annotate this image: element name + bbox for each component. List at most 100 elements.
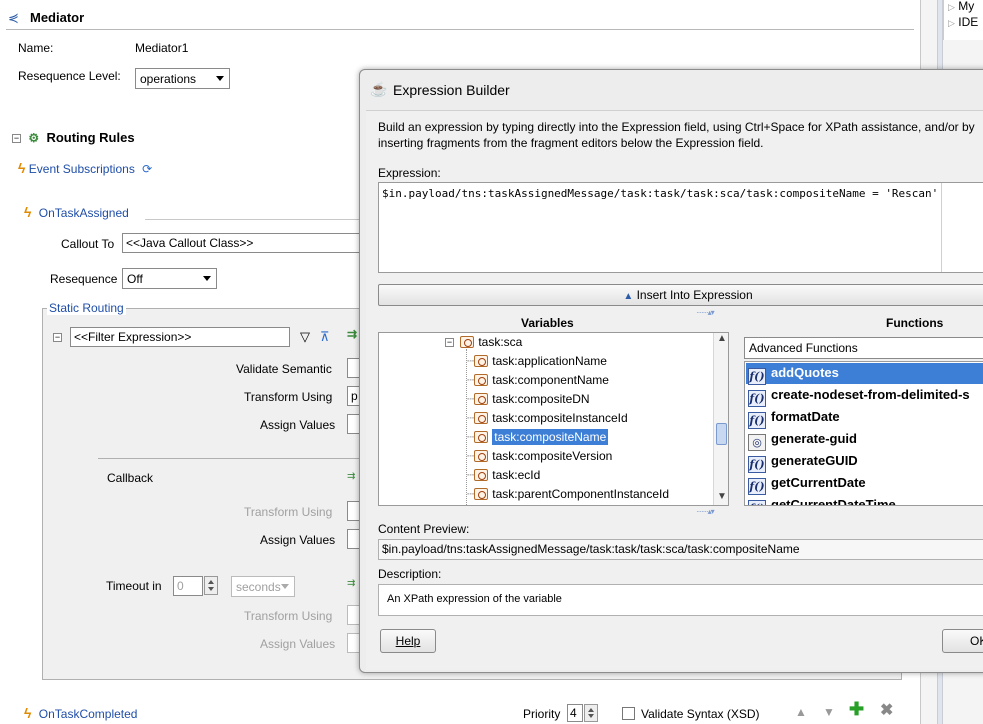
- expression-textarea[interactable]: $in.payload/tns:taskAssignedMessage/task…: [378, 182, 983, 273]
- resequence-level-select[interactable]: operations: [135, 68, 230, 89]
- on-task-assigned-link[interactable]: ϟ OnTaskAssigned: [24, 204, 129, 220]
- clear-filter-icon[interactable]: ⊼: [320, 329, 330, 345]
- help-button-label: Help: [395, 634, 421, 648]
- routing-rules-icon: ⚙: [28, 131, 40, 145]
- variable-icon: [474, 355, 489, 367]
- timeout-transform-label: Transform Using: [244, 609, 333, 623]
- timeout-value: 0: [177, 579, 184, 593]
- function-label: getCurrentDate: [771, 475, 866, 490]
- timeout-unit-value: seconds: [236, 580, 281, 594]
- function-item[interactable]: f() create-nodeset-from-delimited-s: [746, 385, 983, 407]
- tree-node-label: task:compositeInstanceId: [492, 411, 628, 425]
- insert-into-expression-button[interactable]: ▲ Insert Into Expression: [378, 284, 983, 306]
- validate-syntax-checkbox[interactable]: [622, 707, 635, 721]
- functions-category-select[interactable]: Advanced Functions: [744, 337, 983, 359]
- splitter-handle[interactable]: ·······▴▾: [696, 308, 715, 317]
- collapse-icon[interactable]: −: [53, 333, 62, 342]
- ok-button[interactable]: OK: [942, 629, 983, 653]
- tree-node-selected[interactable]: ┄ task:compositeName: [467, 429, 609, 449]
- move-up-icon[interactable]: ▲: [795, 705, 807, 719]
- timeout-unit-select[interactable]: seconds: [231, 576, 295, 597]
- fx-icon: f(): [748, 390, 766, 407]
- scroll-up-icon[interactable]: ▲: [717, 333, 727, 344]
- resequence-level-value: operations: [140, 72, 197, 86]
- delete-icon[interactable]: ✖: [880, 700, 893, 720]
- content-preview-field: $in.payload/tns:taskAssignedMessage/task…: [378, 539, 983, 560]
- resequence-select[interactable]: Off: [122, 268, 217, 289]
- collapse-icon[interactable]: −: [445, 338, 454, 347]
- assign-values-label: Assign Values: [260, 418, 336, 432]
- scroll-thumb[interactable]: [716, 423, 727, 445]
- timeout-icon[interactable]: ⇉: [347, 578, 355, 589]
- description-box: An XPath expression of the variable: [378, 584, 983, 616]
- function-label: getCurrentDateTime: [771, 497, 896, 506]
- tree-node[interactable]: ┄ task:compositeDN: [467, 392, 590, 411]
- callback-icon[interactable]: ⇉: [347, 471, 355, 482]
- function-label: generate-guid: [771, 431, 857, 446]
- variable-icon: [474, 412, 489, 424]
- event-bolt-icon: ϟ: [24, 705, 32, 721]
- dialog-instructions: Build an expression by typing directly i…: [378, 120, 975, 150]
- priority-spinner[interactable]: [584, 704, 598, 722]
- priority-field[interactable]: 4: [567, 704, 583, 722]
- expression-label: Expression:: [378, 166, 441, 180]
- function-item[interactable]: f() getCurrentDateTime: [746, 495, 983, 506]
- tree-node[interactable]: ┄ task:compositeInstanceId: [467, 411, 628, 430]
- expression-scrollbar[interactable]: [941, 183, 942, 272]
- right-panel-item[interactable]: ▷ IDE: [948, 15, 978, 29]
- variables-scrollbar[interactable]: ▲ ▼: [713, 333, 728, 505]
- functions-list[interactable]: f() addQuotes f() create-nodeset-from-deli…: [744, 361, 983, 506]
- function-item[interactable]: f() generateGUID: [746, 451, 983, 473]
- fx-icon: f(): [748, 412, 766, 429]
- tree-node-label: task:compositeDN: [492, 392, 590, 406]
- function-item[interactable]: ◎ generate-guid: [746, 429, 983, 451]
- function-label: formatDate: [771, 409, 840, 424]
- help-button[interactable]: Help: [380, 629, 436, 653]
- dialog-title-bar[interactable]: ☕ Expression Builder: [360, 70, 983, 110]
- tree-node[interactable]: ┄ task:applicationName: [467, 354, 607, 373]
- content-preview-value: $in.payload/tns:taskAssignedMessage/task…: [382, 542, 800, 556]
- tree-node[interactable]: ┄ task:compositeVersion: [467, 449, 612, 468]
- description-label: Description:: [378, 567, 442, 581]
- resequence-label: Resequence: [50, 272, 118, 286]
- mediator-title: Mediator: [30, 10, 85, 25]
- filter-icon[interactable]: ▽: [300, 329, 310, 345]
- on-task-completed-link[interactable]: ϟ OnTaskCompleted: [24, 705, 137, 721]
- tree-node[interactable]: ┄ task:parentComponentInstanceId: [467, 487, 669, 505]
- move-down-icon[interactable]: ▼: [823, 705, 835, 719]
- tree-node-task-sca[interactable]: − task:sca: [445, 335, 522, 354]
- filter-expression-field[interactable]: <<Filter Expression>>: [70, 327, 290, 347]
- variable-icon: [474, 393, 489, 405]
- variable-icon: [474, 374, 489, 386]
- tree-node[interactable]: ┄ task:componentName: [467, 373, 609, 392]
- callout-to-value: <<Java Callout Class>>: [126, 236, 254, 250]
- add-icon[interactable]: ✚: [849, 699, 864, 720]
- variables-header: Variables: [521, 316, 574, 330]
- tree-node-label: task:componentName: [492, 373, 609, 387]
- tree-node[interactable]: ┄ task:ecId: [467, 468, 540, 487]
- refresh-icon[interactable]: ⟳: [142, 162, 152, 176]
- insert-into-expression-label: Insert Into Expression: [636, 288, 753, 302]
- collapse-icon[interactable]: −: [12, 134, 21, 143]
- variables-tree[interactable]: − task:sca ┄ task:applicationName ┄ task:c…: [378, 332, 729, 506]
- dialog-body: Build an expression by typing directly i…: [366, 110, 983, 670]
- divider: [98, 458, 360, 459]
- timeout-field[interactable]: 0: [173, 576, 203, 596]
- callout-to-label: Callout To: [61, 237, 115, 251]
- transform-icon[interactable]: ⇉: [347, 327, 357, 341]
- routing-rules-title: Routing Rules: [46, 130, 135, 145]
- splitter-handle[interactable]: ·······▴▾: [696, 507, 715, 516]
- name-value: Mediator1: [135, 41, 189, 55]
- mediator-icon: ⋞: [8, 10, 19, 25]
- function-item[interactable]: f() formatDate: [746, 407, 983, 429]
- callout-to-field[interactable]: <<Java Callout Class>>: [122, 233, 362, 253]
- static-routing-label: Static Routing: [47, 301, 126, 315]
- timeout-spinner[interactable]: [204, 576, 218, 595]
- scroll-down-icon[interactable]: ▼: [717, 491, 727, 502]
- right-panel-item[interactable]: ▷ My: [948, 0, 974, 13]
- function-item[interactable]: f() getCurrentDate: [746, 473, 983, 495]
- event-subscriptions-link[interactable]: ϟ Event Subscriptions ⟳: [18, 160, 152, 176]
- function-item-selected[interactable]: f() addQuotes: [746, 363, 983, 385]
- transform-using-value: p: [351, 389, 358, 403]
- chevron-down-icon: [281, 584, 289, 589]
